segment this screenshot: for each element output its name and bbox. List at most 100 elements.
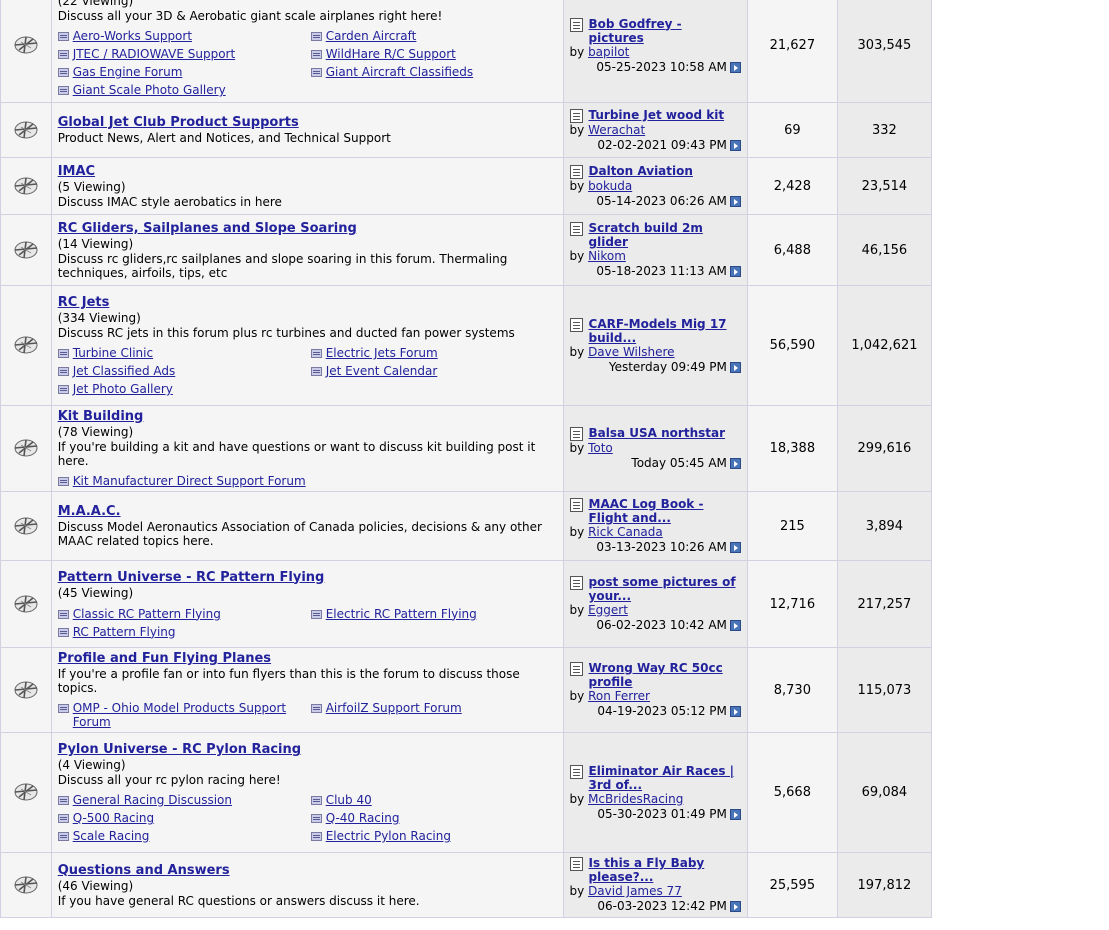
subforum-link[interactable]: Electric Pylon Racing: [326, 829, 451, 843]
last-post-user-link[interactable]: Nikom: [588, 249, 626, 263]
last-post-user-link[interactable]: McBridesRacing: [588, 792, 683, 806]
go-to-last-post-icon[interactable]: [729, 139, 741, 151]
by-label: by: [569, 603, 585, 617]
post-count: 46,156: [837, 215, 931, 285]
subforum-link[interactable]: Giant Aircraft Classifieds: [326, 65, 473, 79]
forum-info-cell: Profile and Fun Flying Planes If you're …: [51, 648, 563, 732]
post-count: 299,616: [837, 406, 931, 491]
go-to-last-post-icon[interactable]: [729, 542, 741, 553]
subforum-link[interactable]: Jet Event Calendar: [326, 364, 438, 378]
forum-row: Pattern Universe - RC Pattern Flying (45…: [1, 561, 931, 647]
go-to-last-post-icon[interactable]: [729, 808, 741, 820]
subforum-link[interactable]: JTEC / RADIOWAVE Support: [73, 47, 235, 61]
last-post-user-link[interactable]: David James 77: [588, 884, 682, 898]
thread-icon: [569, 764, 583, 779]
last-post-user-link[interactable]: bapilot: [588, 45, 629, 59]
last-post-user-link[interactable]: Werachat: [588, 123, 645, 137]
subforum-link[interactable]: General Racing Discussion: [73, 793, 232, 807]
last-post-thread-link[interactable]: Bob Godfrey - pictures: [589, 17, 741, 45]
last-post-user-link[interactable]: Toto: [588, 441, 613, 455]
subforum-link[interactable]: Giant Scale Photo Gallery: [73, 83, 226, 97]
subforum-item: Carden Aircraft: [310, 29, 541, 43]
forum-title-link[interactable]: Pattern Universe - RC Pattern Flying: [58, 570, 557, 586]
go-to-last-post-icon[interactable]: [729, 266, 741, 277]
last-post-user-link[interactable]: Eggert: [588, 603, 628, 617]
subforum-link[interactable]: Jet Classified Ads: [73, 364, 176, 378]
forum-info-cell: Global Jet Club Product Supports Product…: [51, 103, 563, 157]
subforum-icon: [57, 50, 69, 59]
subforum-link[interactable]: Electric Jets Forum: [326, 346, 438, 360]
forum-title-link[interactable]: Pylon Universe - RC Pylon Racing: [58, 742, 557, 758]
last-post-thread-link[interactable]: Is this a Fly Baby please?...: [589, 856, 741, 884]
last-post-user-link[interactable]: Ron Ferrer: [588, 689, 650, 703]
subforum-link[interactable]: Jet Photo Gallery: [73, 382, 173, 396]
forum-status-cell: [1, 0, 51, 102]
thread-count: 5,668: [747, 733, 837, 852]
go-to-last-post-icon[interactable]: [729, 706, 741, 717]
forum-info-cell: IMAC (5 Viewing) Discuss IMAC style aero…: [51, 158, 563, 214]
subforum-link[interactable]: AirfoilZ Support Forum: [326, 701, 462, 715]
subforum-link[interactable]: Q-40 Racing: [326, 811, 400, 825]
subforum-item: Aero-Works Support: [57, 29, 311, 43]
subforum-link[interactable]: Kit Manufacturer Direct Support Forum: [73, 474, 306, 488]
forum-title-link[interactable]: Global Jet Club Product Supports: [58, 115, 557, 131]
subforum-link[interactable]: Electric RC Pattern Flying: [326, 607, 477, 621]
last-post-thread-link[interactable]: Wrong Way RC 50cc profile: [589, 661, 741, 689]
last-post-thread-link[interactable]: Balsa USA northstar: [589, 426, 726, 440]
last-post-cell: Bob Godfrey - pictures by bapilot 05-25-…: [563, 0, 747, 102]
last-post-thread-link[interactable]: Eliminator Air Races | 3rd of...: [589, 764, 741, 792]
subforum-link[interactable]: Classic RC Pattern Flying: [73, 607, 221, 621]
subforum-item: Q-500 Racing: [57, 811, 311, 825]
last-post-thread-link[interactable]: Dalton Aviation: [589, 164, 693, 178]
subforum-link[interactable]: RC Pattern Flying: [73, 625, 176, 639]
last-post-cell: Wrong Way RC 50cc profile by Ron Ferrer …: [563, 648, 747, 732]
last-post-user-link[interactable]: bokuda: [588, 179, 632, 193]
subforum-icon: [310, 68, 322, 77]
subforum-link[interactable]: Scale Racing: [73, 829, 150, 843]
subforum-icon: [57, 477, 69, 486]
post-count: 23,514: [837, 158, 931, 214]
forum-title-link[interactable]: RC Gliders, Sailplanes and Slope Soaring: [58, 221, 557, 237]
last-post-user-link[interactable]: Dave Wilshere: [588, 345, 674, 359]
go-to-last-post-icon[interactable]: [729, 361, 741, 373]
post-count: 69,084: [837, 733, 931, 852]
forum-title-link[interactable]: Questions and Answers: [58, 863, 557, 879]
subforum-link[interactable]: WildHare R/C Support: [326, 47, 456, 61]
subforum-link[interactable]: Aero-Works Support: [73, 29, 192, 43]
forum-status-cell: [1, 853, 51, 917]
subforum-item: Jet Event Calendar: [310, 364, 541, 378]
go-to-last-post-icon[interactable]: [729, 901, 741, 912]
last-post-user-link[interactable]: Rick Canada: [588, 525, 663, 539]
thread-count: 25,595: [747, 853, 837, 917]
last-post-thread-link[interactable]: Scratch build 2m glider: [589, 221, 741, 249]
forum-status-icon: [14, 121, 38, 138]
go-to-last-post-icon[interactable]: [729, 620, 741, 631]
subforum-link[interactable]: Q-500 Racing: [73, 811, 154, 825]
last-post-thread-link[interactable]: MAAC Log Book - Flight and...: [589, 497, 741, 525]
forum-description: Discuss all your rc pylon racing here!: [57, 773, 281, 787]
forum-title-link[interactable]: Kit Building: [58, 409, 557, 425]
forum-description: If you have general RC questions or answ…: [57, 893, 420, 908]
last-post-thread-link[interactable]: CARF-Models Mig 17 build...: [589, 317, 741, 345]
forum-title-link[interactable]: M.A.A.C.: [58, 504, 557, 520]
forum-status-icon: [14, 681, 38, 698]
subforum-link[interactable]: Gas Engine Forum: [73, 65, 183, 79]
subforum-link[interactable]: OMP - Ohio Model Products Support Forum: [73, 701, 311, 729]
forum-status-icon: [14, 177, 38, 194]
forum-status-cell: [1, 492, 51, 560]
subforum-link[interactable]: Club 40: [326, 793, 372, 807]
forum-title-link[interactable]: Profile and Fun Flying Planes: [58, 651, 557, 667]
subforum-link[interactable]: Carden Aircraft: [326, 29, 417, 43]
go-to-last-post-icon[interactable]: [729, 61, 741, 73]
last-post-thread-link[interactable]: post some pictures of your...: [589, 575, 741, 603]
forum-title-link[interactable]: RC Jets: [58, 295, 557, 311]
go-to-last-post-icon[interactable]: [729, 195, 741, 207]
subforum-icon: [57, 796, 69, 805]
forum-title-link[interactable]: IMAC: [58, 164, 557, 180]
go-to-last-post-icon[interactable]: [729, 458, 741, 469]
last-post-date: 06-03-2023 12:42 PM: [597, 899, 727, 913]
subforum-link[interactable]: Turbine Clinic: [73, 346, 153, 360]
last-post-thread-link[interactable]: Turbine Jet wood kit: [589, 108, 725, 122]
last-post-cell: Scratch build 2m glider by Nikom 05-18-2…: [563, 215, 747, 285]
subforum-item: Giant Scale Photo Gallery: [57, 83, 311, 97]
